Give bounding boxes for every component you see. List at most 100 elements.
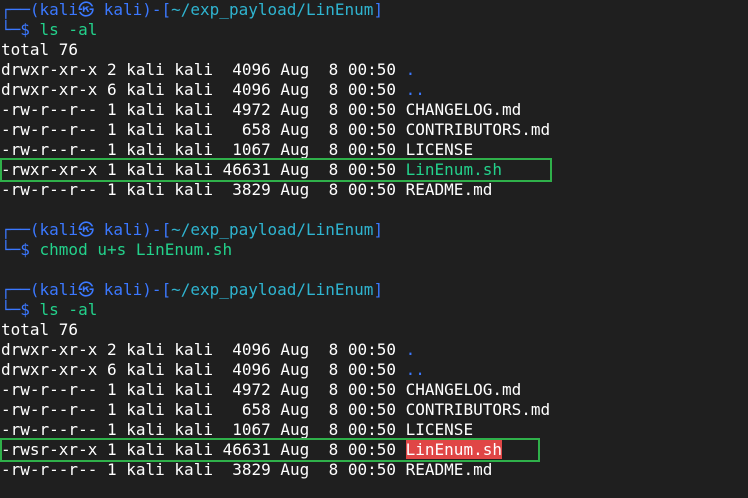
file-date: Aug 8 00:50 [280, 360, 396, 379]
list-item: -rw-r--r-- 1 kali kali 3829 Aug 8 00:50 … [0, 180, 748, 200]
prompt-command-line: └─$ ls -al [0, 20, 748, 40]
file-permissions: -rw-r--r-- [1, 460, 98, 479]
file-date: Aug 8 00:50 [280, 140, 396, 159]
file-size: 3829 [222, 180, 271, 199]
total-text: total 76 [1, 40, 79, 59]
file-permissions: -rw-r--r-- [1, 400, 98, 419]
list-item: -rwxr-xr-x 1 kali kali 46631 Aug 8 00:50… [0, 158, 748, 182]
file-name: README.md [405, 180, 493, 199]
file-size: 4096 [222, 60, 271, 79]
file-links: 1 [106, 120, 117, 139]
prompt-header: ┌──(kali㉿ kali)-[~/exp_payload/LinEnum] [0, 0, 748, 20]
file-date: Aug 8 00:50 [280, 120, 396, 139]
file-group: kali [174, 120, 213, 139]
prompt-user-host: kali㉿ kali [39, 220, 143, 239]
file-links: 2 [106, 60, 117, 79]
terminal-window[interactable]: ┌──(kali㉿ kali)-[~/exp_payload/LinEnum] └… [0, 0, 748, 498]
file-group: kali [174, 400, 213, 419]
file-size: 4096 [222, 340, 271, 359]
file-owner: kali [126, 400, 165, 419]
prompt-symbol: └─$ [1, 20, 40, 39]
total-text: total 76 [1, 320, 79, 339]
file-links: 1 [106, 100, 117, 119]
file-links: 1 [106, 400, 117, 419]
file-group: kali [174, 440, 213, 459]
file-permissions: -rwxr-xr-x [1, 160, 98, 179]
file-owner: kali [126, 160, 165, 179]
file-owner: kali [126, 440, 165, 459]
file-permissions: -rw-r--r-- [1, 380, 98, 399]
list-item: -rw-r--r-- 1 kali kali 4972 Aug 8 00:50 … [0, 380, 748, 400]
file-date: Aug 8 00:50 [280, 460, 396, 479]
prompt-frame: )-[ [142, 220, 172, 239]
file-name: LICENSE [405, 420, 474, 439]
file-links: 2 [106, 340, 117, 359]
file-size: 3829 [222, 460, 271, 479]
file-name: LinEnum.sh [405, 440, 502, 459]
file-size: 46631 [222, 440, 271, 459]
file-owner: kali [126, 360, 165, 379]
file-links: 1 [106, 380, 117, 399]
prompt-frame: ┌──( [1, 280, 40, 299]
file-date: Aug 8 00:50 [280, 380, 396, 399]
prompt-path: ~/exp_payload/LinEnum [171, 220, 374, 239]
file-group: kali [174, 460, 213, 479]
prompt-frame: ] [373, 280, 384, 299]
list-item: -rw-r--r-- 1 kali kali 1067 Aug 8 00:50 … [0, 140, 748, 160]
file-owner: kali [126, 420, 165, 439]
file-group: kali [174, 160, 213, 179]
file-name: CONTRIBUTORS.md [405, 120, 551, 139]
file-owner: kali [126, 380, 165, 399]
list-item: -rwsr-xr-x 1 kali kali 46631 Aug 8 00:50… [0, 438, 748, 462]
file-links: 1 [106, 420, 117, 439]
prompt-header: ┌──(kali㉿ kali)-[~/exp_payload/LinEnum] [0, 280, 748, 300]
file-group: kali [174, 420, 213, 439]
prompt-path: ~/exp_payload/LinEnum [171, 280, 374, 299]
prompt-path: ~/exp_payload/LinEnum [171, 0, 374, 19]
prompt-symbol: └─$ [1, 300, 40, 319]
file-date: Aug 8 00:50 [280, 400, 396, 419]
file-date: Aug 8 00:50 [280, 160, 396, 179]
file-group: kali [174, 360, 213, 379]
file-name: CONTRIBUTORS.md [405, 400, 551, 419]
prompt-header: ┌──(kali㉿ kali)-[~/exp_payload/LinEnum] [0, 220, 748, 240]
file-name: . [405, 60, 416, 79]
prompt-frame: ┌──( [1, 0, 40, 19]
prompt-user-host: kali㉿ kali [39, 0, 143, 19]
file-owner: kali [126, 80, 165, 99]
list-item: drwxr-xr-x 2 kali kali 4096 Aug 8 00:50 … [0, 340, 748, 360]
list-item: drwxr-xr-x 6 kali kali 4096 Aug 8 00:50 … [0, 80, 748, 100]
command-text: ls -al [39, 300, 98, 319]
file-links: 1 [106, 140, 117, 159]
file-links: 1 [106, 180, 117, 199]
file-links: 1 [106, 160, 117, 179]
list-item: -rw-r--r-- 1 kali kali 658 Aug 8 00:50 C… [0, 120, 748, 140]
file-name: .. [405, 80, 425, 99]
file-permissions: -rw-r--r-- [1, 100, 98, 119]
prompt-frame: ] [373, 220, 384, 239]
file-size: 4972 [222, 380, 271, 399]
file-date: Aug 8 00:50 [280, 180, 396, 199]
file-permissions: drwxr-xr-x [1, 80, 98, 99]
prompt-frame: ] [373, 0, 384, 19]
file-date: Aug 8 00:50 [280, 100, 396, 119]
file-name: LICENSE [405, 140, 474, 159]
file-name: LinEnum.sh [405, 160, 502, 179]
file-name: CHANGELOG.md [405, 100, 522, 119]
file-size: 1067 [222, 140, 271, 159]
total-line: total 76 [0, 320, 748, 340]
file-owner: kali [126, 60, 165, 79]
file-permissions: -rw-r--r-- [1, 140, 98, 159]
prompt-frame: )-[ [142, 280, 172, 299]
list-item: drwxr-xr-x 6 kali kali 4096 Aug 8 00:50 … [0, 360, 748, 380]
file-owner: kali [126, 140, 165, 159]
prompt-user-host: kali㉿ kali [39, 280, 143, 299]
file-permissions: drwxr-xr-x [1, 60, 98, 79]
file-group: kali [174, 380, 213, 399]
file-links: 1 [106, 440, 117, 459]
file-links: 1 [106, 460, 117, 479]
list-item: -rw-r--r-- 1 kali kali 3829 Aug 8 00:50 … [0, 460, 748, 480]
file-group: kali [174, 180, 213, 199]
